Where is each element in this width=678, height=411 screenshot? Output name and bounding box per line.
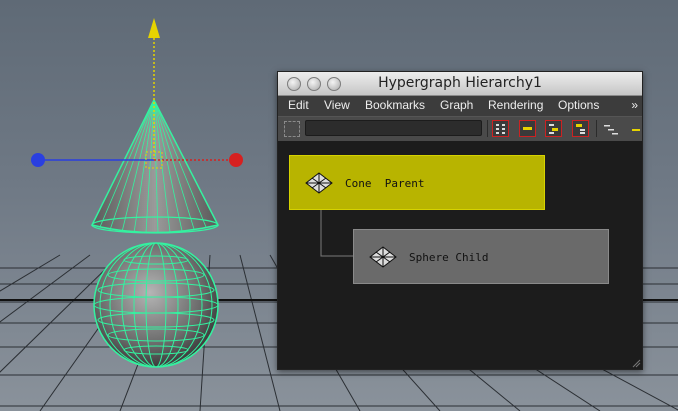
transform-node-icon bbox=[305, 172, 333, 194]
menu-overflow-icon[interactable]: » bbox=[631, 98, 638, 112]
menu-edit[interactable]: Edit bbox=[288, 98, 309, 112]
y-axis-arrow-icon[interactable] bbox=[148, 18, 160, 38]
input-output-icon[interactable] bbox=[519, 120, 536, 137]
select-tool-icon[interactable] bbox=[284, 121, 300, 137]
transform-node-icon bbox=[369, 246, 397, 268]
menu-bar: Edit View Bookmarks Graph Rendering Opti… bbox=[278, 96, 642, 116]
cone-object[interactable] bbox=[90, 98, 220, 234]
node-cone-parent[interactable]: Cone Parent bbox=[289, 155, 545, 210]
menu-view[interactable]: View bbox=[324, 98, 350, 112]
menu-bookmarks[interactable]: Bookmarks bbox=[365, 98, 425, 112]
node-label: Sphere Child bbox=[409, 251, 489, 264]
window-title: Hypergraph Hierarchy1 bbox=[378, 75, 542, 91]
more-tools-icon[interactable] bbox=[630, 121, 642, 138]
menu-options[interactable]: Options bbox=[558, 98, 599, 112]
hypergraph-window: Hypergraph Hierarchy1 Edit View Bookmark… bbox=[277, 71, 643, 370]
menu-graph[interactable]: Graph bbox=[440, 98, 473, 112]
node-sphere-child[interactable]: Sphere Child bbox=[353, 229, 609, 284]
z-axis-arrow-icon[interactable] bbox=[31, 153, 45, 167]
toolbar-separator bbox=[487, 120, 488, 137]
node-label: Cone Parent bbox=[345, 177, 425, 190]
hypergraph-canvas[interactable]: Cone Parent Sphere Child bbox=[278, 141, 642, 369]
sphere-object[interactable] bbox=[93, 242, 219, 368]
output-connections-icon[interactable] bbox=[572, 120, 589, 137]
window-titlebar[interactable]: Hypergraph Hierarchy1 bbox=[278, 72, 642, 96]
resize-grip-icon[interactable] bbox=[631, 358, 641, 368]
toolbar-separator bbox=[596, 120, 597, 137]
scene-hierarchy-icon[interactable] bbox=[492, 120, 509, 137]
toolbar bbox=[278, 116, 642, 142]
filter-input[interactable] bbox=[305, 120, 482, 136]
input-connections-icon[interactable] bbox=[545, 120, 562, 137]
x-axis-arrow-icon[interactable] bbox=[229, 153, 243, 167]
menu-rendering[interactable]: Rendering bbox=[488, 98, 543, 112]
layout-icon[interactable] bbox=[602, 121, 619, 138]
